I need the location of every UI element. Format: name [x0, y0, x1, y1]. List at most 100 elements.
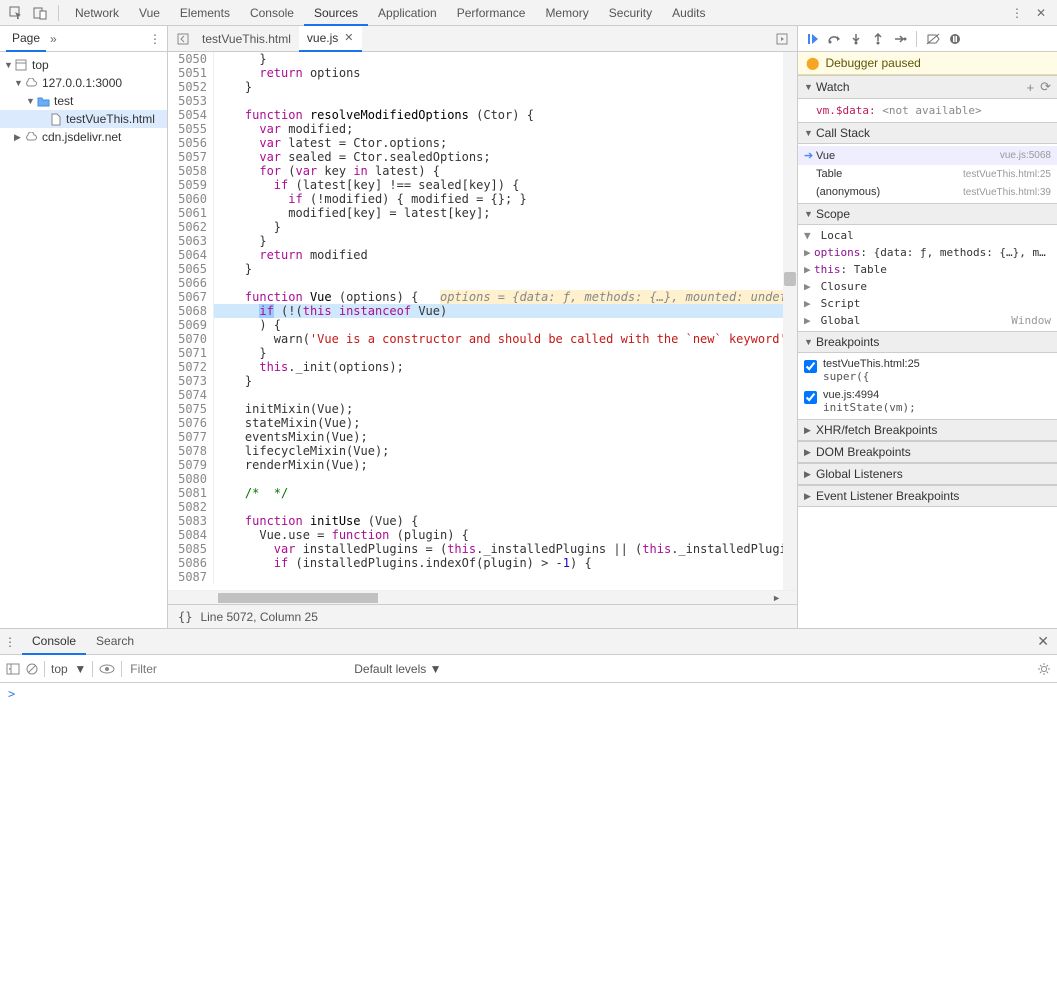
code-line[interactable]: 5055 var modified; [168, 122, 797, 136]
watch-expression[interactable]: vm.$data: <not available> [798, 101, 1057, 120]
file-tab[interactable]: testVueThis.html [194, 26, 299, 52]
code-line[interactable]: 5068 if (!(this instanceof Vue) [168, 304, 797, 318]
resume-button[interactable] [802, 29, 822, 49]
console-filter-input[interactable] [128, 660, 348, 678]
global-listeners-header[interactable]: ▶Global Listeners [798, 463, 1057, 485]
breakpoint-item[interactable]: vue.js:4994initState(vm); [798, 386, 1057, 417]
pretty-print-icon[interactable]: {} [178, 610, 192, 624]
tab-elements[interactable]: Elements [170, 0, 240, 26]
console-body[interactable]: > [0, 683, 1057, 1008]
code-line[interactable]: 5070 warn('Vue is a constructor and shou… [168, 332, 797, 346]
scope-group[interactable]: ▶ GlobalWindow [798, 312, 1057, 329]
xhr-breakpoints-header[interactable]: ▶XHR/fetch Breakpoints [798, 419, 1057, 441]
tree-item[interactable]: testVueThis.html [0, 110, 167, 128]
code-line[interactable]: 5087 [168, 570, 797, 584]
page-tab[interactable]: Page [6, 26, 46, 52]
code-line[interactable]: 5053 [168, 94, 797, 108]
close-tab-icon[interactable]: ✕ [344, 26, 353, 51]
console-settings-icon[interactable] [1037, 662, 1051, 676]
scope-header[interactable]: ▼Scope [798, 203, 1057, 225]
step-button[interactable] [890, 29, 910, 49]
tab-audits[interactable]: Audits [662, 0, 715, 26]
scope-group[interactable]: ▼ Local [798, 227, 1057, 244]
code-line[interactable]: 5050 } [168, 52, 797, 66]
code-line[interactable]: 5059 if (latest[key] !== sealed[key]) { [168, 178, 797, 192]
dom-breakpoints-header[interactable]: ▶DOM Breakpoints [798, 441, 1057, 463]
device-toggle-icon[interactable] [30, 3, 50, 23]
code-line[interactable]: 5073 } [168, 374, 797, 388]
code-line[interactable]: 5063 } [168, 234, 797, 248]
more-menu-icon[interactable]: ⋮ [1007, 3, 1027, 23]
clear-console-icon[interactable] [26, 663, 38, 675]
watch-header[interactable]: ▼Watch + ⟳ [798, 75, 1057, 99]
breakpoint-checkbox[interactable] [804, 360, 817, 373]
step-into-button[interactable] [846, 29, 866, 49]
code-line[interactable]: 5078 lifecycleMixin(Vue); [168, 444, 797, 458]
editor-scrollbar[interactable] [783, 52, 797, 590]
drawer-tab-console[interactable]: Console [22, 629, 86, 655]
breakpoints-header[interactable]: ▼Breakpoints [798, 331, 1057, 353]
tab-memory[interactable]: Memory [535, 0, 598, 26]
breakpoint-item[interactable]: testVueThis.html:25super({ [798, 355, 1057, 386]
tab-vue[interactable]: Vue [129, 0, 170, 26]
console-sidebar-icon[interactable] [6, 663, 20, 675]
close-devtools-icon[interactable]: ✕ [1031, 3, 1051, 23]
log-levels-selector[interactable]: Default levels ▼ [354, 662, 441, 676]
run-snippet-icon[interactable] [773, 30, 791, 48]
code-line[interactable]: 5071 } [168, 346, 797, 360]
stack-frame[interactable]: (anonymous)testVueThis.html:39 [798, 183, 1057, 201]
tree-item[interactable]: ▼test [0, 92, 167, 110]
scrollbar-thumb[interactable] [784, 272, 796, 286]
drawer-tab-search[interactable]: Search [86, 629, 144, 655]
inspect-icon[interactable] [6, 3, 26, 23]
deactivate-breakpoints-button[interactable] [923, 29, 943, 49]
code-line[interactable]: 5060 if (!modified) { modified = {}; } [168, 192, 797, 206]
tab-security[interactable]: Security [599, 0, 662, 26]
editor-h-scrollbar[interactable]: ◄ ► [168, 590, 797, 604]
code-line[interactable]: 5061 modified[key] = latest[key]; [168, 206, 797, 220]
code-line[interactable]: 5058 for (var key in latest) { [168, 164, 797, 178]
refresh-watch-icon[interactable]: ⟳ [1040, 79, 1051, 95]
context-selector[interactable]: top ▼ [51, 662, 86, 676]
code-line[interactable]: 5079 renderMixin(Vue); [168, 458, 797, 472]
code-line[interactable]: 5065 } [168, 262, 797, 276]
code-line[interactable]: 5066 [168, 276, 797, 290]
code-line[interactable]: 5082 [168, 500, 797, 514]
code-line[interactable]: 5080 [168, 472, 797, 486]
code-line[interactable]: 5054 function resolveModifiedOptions (Ct… [168, 108, 797, 122]
stack-frame[interactable]: TabletestVueThis.html:25 [798, 165, 1057, 183]
code-line[interactable]: 5086 if (installedPlugins.indexOf(plugin… [168, 556, 797, 570]
tree-item[interactable]: ▼top [0, 56, 167, 74]
event-listener-bp-header[interactable]: ▶Event Listener Breakpoints [798, 485, 1057, 507]
tab-performance[interactable]: Performance [447, 0, 536, 26]
code-line[interactable]: 5067 function Vue (options) { options = … [168, 290, 797, 304]
code-line[interactable]: 5083 function initUse (Vue) { [168, 514, 797, 528]
scope-variable[interactable]: ▶this: Table [798, 261, 1057, 278]
live-expression-icon[interactable] [99, 664, 115, 674]
tab-application[interactable]: Application [368, 0, 447, 26]
scope-group[interactable]: ▶ Script [798, 295, 1057, 312]
code-line[interactable]: 5084 Vue.use = function (plugin) { [168, 528, 797, 542]
code-line[interactable]: 5075 initMixin(Vue); [168, 402, 797, 416]
code-line[interactable]: 5076 stateMixin(Vue); [168, 416, 797, 430]
code-line[interactable]: 5062 } [168, 220, 797, 234]
code-line[interactable]: 5051 return options [168, 66, 797, 80]
add-watch-icon[interactable]: + [1027, 80, 1035, 95]
navigator-menu-icon[interactable]: ⋮ [149, 32, 161, 46]
tab-console[interactable]: Console [240, 0, 304, 26]
tab-sources[interactable]: Sources [304, 0, 368, 26]
step-over-button[interactable] [824, 29, 844, 49]
scope-variable[interactable]: ▶options: {data: ƒ, methods: {…}, m… [798, 244, 1057, 261]
breakpoint-checkbox[interactable] [804, 391, 817, 404]
code-line[interactable]: 5074 [168, 388, 797, 402]
h-scrollbar-thumb[interactable] [218, 593, 378, 603]
code-line[interactable]: 5081 /* */ [168, 486, 797, 500]
pause-exceptions-button[interactable] [945, 29, 965, 49]
more-tabs-icon[interactable]: » [50, 32, 57, 46]
code-line[interactable]: 5057 var sealed = Ctor.sealedOptions; [168, 150, 797, 164]
drawer-menu-icon[interactable]: ⋮ [4, 635, 16, 649]
tab-network[interactable]: Network [65, 0, 129, 26]
stack-frame[interactable]: ➔Vuevue.js:5068 [798, 146, 1057, 165]
code-line[interactable]: 5069 ) { [168, 318, 797, 332]
navigate-back-icon[interactable] [174, 30, 192, 48]
